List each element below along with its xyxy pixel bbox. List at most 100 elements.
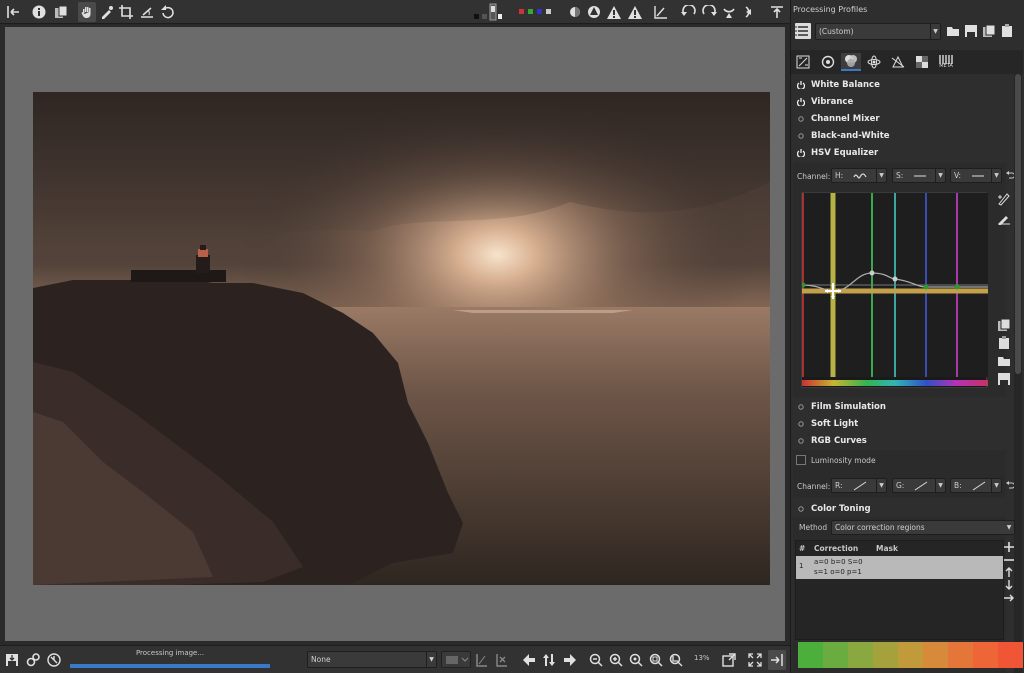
- hsv-curve-editor[interactable]: [800, 192, 988, 388]
- color-swatch[interactable]: [998, 642, 1023, 668]
- rotate-free-icon[interactable]: [160, 2, 176, 22]
- hand-icon[interactable]: [78, 2, 96, 22]
- disabled-dot-icon[interactable]: [797, 403, 805, 410]
- raw-tab[interactable]: [912, 53, 932, 71]
- tool-soft-light[interactable]: Soft Light: [793, 415, 1006, 432]
- save-curve-icon[interactable]: [997, 372, 1011, 386]
- copy-curve-icon[interactable]: [997, 318, 1011, 332]
- rgb-g-curve-select[interactable]: G: ▼: [892, 478, 946, 493]
- disabled-dot-icon[interactable]: [797, 420, 805, 427]
- picker-edit-icon[interactable]: [997, 211, 1011, 225]
- advanced-tab[interactable]: [864, 53, 884, 71]
- add-region-icon[interactable]: [1004, 542, 1014, 552]
- intent-select[interactable]: [441, 651, 471, 668]
- transform-tab[interactable]: [888, 53, 908, 71]
- flip-horizontal-icon[interactable]: [720, 2, 738, 22]
- edit-point-icon[interactable]: [997, 192, 1011, 206]
- picker-icon[interactable]: [99, 2, 115, 22]
- flip-vertical-icon[interactable]: [740, 2, 758, 22]
- output-profile-select[interactable]: None ▼: [307, 651, 437, 668]
- background-color-icon[interactable]: [472, 2, 502, 22]
- table-row[interactable]: 1 a=0 b=0 S=0 s=1 o=0 p=1: [796, 556, 1003, 579]
- power-icon[interactable]: [797, 80, 805, 89]
- hsv-h-curve-select[interactable]: H: ▼: [831, 168, 887, 183]
- color-swatch[interactable]: [948, 642, 973, 668]
- rgb-b-curve-select[interactable]: B: ▼: [950, 478, 1002, 493]
- compare-icon[interactable]: [52, 2, 70, 22]
- crop-icon[interactable]: [118, 2, 134, 22]
- bpc-icon[interactable]: [474, 650, 490, 670]
- tool-white-balance[interactable]: White Balance: [793, 76, 1006, 93]
- disabled-dot-icon[interactable]: [797, 115, 805, 122]
- rgb-r-curve-select[interactable]: R: ▼: [831, 478, 887, 493]
- zoom-out-icon[interactable]: [588, 650, 604, 670]
- new-detail-window-icon[interactable]: [720, 650, 738, 670]
- detail-tab[interactable]: [818, 53, 838, 71]
- zoom-in-icon[interactable]: [608, 650, 624, 670]
- softproof-icon[interactable]: [586, 2, 602, 22]
- exposure-tab[interactable]: [793, 53, 813, 71]
- sync-icon[interactable]: [541, 650, 557, 670]
- move-up-icon[interactable]: [1004, 567, 1014, 577]
- remove-region-icon[interactable]: [1004, 555, 1014, 565]
- rotate-right-icon[interactable]: [700, 2, 718, 22]
- histogram-icon[interactable]: [652, 2, 670, 22]
- collapse-panel-icon[interactable]: [768, 650, 786, 670]
- power-icon[interactable]: [797, 97, 805, 106]
- tool-vibrance[interactable]: Vibrance: [793, 93, 1006, 110]
- profile-select[interactable]: (Custom) ▼: [815, 23, 941, 40]
- tool-color-toning[interactable]: Color Toning: [793, 500, 1006, 517]
- photo-preview[interactable]: [33, 92, 770, 585]
- open-curve-icon[interactable]: [997, 354, 1011, 368]
- tool-hsv-equalizer[interactable]: HSV Equalizer: [793, 144, 1006, 161]
- copy-region-icon[interactable]: [1004, 593, 1014, 603]
- hsv-v-curve-select[interactable]: V: ▼: [950, 168, 1002, 183]
- channel-icons[interactable]: [518, 2, 558, 22]
- straighten-icon[interactable]: [138, 2, 156, 22]
- disabled-dot-icon[interactable]: [797, 132, 805, 139]
- open-profile-icon[interactable]: [946, 24, 960, 38]
- tool-channel-mixer[interactable]: Channel Mixer: [793, 110, 1006, 127]
- color-swatch[interactable]: [898, 642, 923, 668]
- toggle-right-panel-icon[interactable]: [768, 2, 786, 22]
- color-swatch[interactable]: [973, 642, 998, 668]
- gamut-warning-icon[interactable]: [627, 2, 643, 22]
- color-swatch[interactable]: [823, 642, 848, 668]
- sidebar-toggle-icon[interactable]: [4, 2, 22, 22]
- panel-scrollbar-thumb[interactable]: [1015, 74, 1021, 374]
- tool-black-and-white[interactable]: Black-and-White: [793, 127, 1006, 144]
- tool-rgb-curves[interactable]: RGB Curves: [793, 432, 1006, 449]
- reset-icon[interactable]: [1006, 480, 1015, 490]
- color-tab[interactable]: [841, 53, 861, 71]
- queue-icon[interactable]: [25, 650, 41, 670]
- tool-film-simulation[interactable]: Film Simulation: [793, 398, 1006, 415]
- gamut-check-icon[interactable]: [494, 650, 510, 670]
- color-swatch[interactable]: [923, 642, 948, 668]
- reset-icon[interactable]: [1006, 170, 1015, 180]
- rotate-left-icon[interactable]: [680, 2, 698, 22]
- zoom-100-icon[interactable]: [628, 650, 644, 670]
- gamut-warning-icon[interactable]: [606, 2, 622, 22]
- info-icon[interactable]: [31, 2, 47, 22]
- disabled-dot-icon[interactable]: [797, 437, 805, 444]
- zoom-fit-crop-icon[interactable]: [668, 650, 684, 670]
- previous-image-icon[interactable]: [521, 650, 537, 670]
- paste-profile-icon[interactable]: [1000, 24, 1014, 38]
- zoom-fit-icon[interactable]: [648, 650, 664, 670]
- color-swatch[interactable]: [848, 642, 873, 668]
- fullscreen-icon[interactable]: [746, 650, 764, 670]
- copy-profile-icon[interactable]: [982, 24, 996, 38]
- disabled-dot-icon[interactable]: [797, 505, 805, 512]
- next-image-icon[interactable]: [562, 650, 578, 670]
- color-swatch[interactable]: [873, 642, 898, 668]
- method-select[interactable]: Color correction regions ▼: [831, 520, 1015, 535]
- move-down-icon[interactable]: [1004, 580, 1014, 590]
- color-swatch[interactable]: [798, 642, 823, 668]
- luminosity-checkbox[interactable]: [796, 455, 806, 465]
- profile-list-icon[interactable]: [795, 23, 811, 39]
- external-editor-icon[interactable]: [46, 650, 62, 670]
- metadata-tab[interactable]: META: [936, 53, 956, 71]
- paste-curve-icon[interactable]: [997, 336, 1011, 350]
- power-icon[interactable]: [797, 148, 805, 157]
- save-profile-icon[interactable]: [964, 24, 978, 38]
